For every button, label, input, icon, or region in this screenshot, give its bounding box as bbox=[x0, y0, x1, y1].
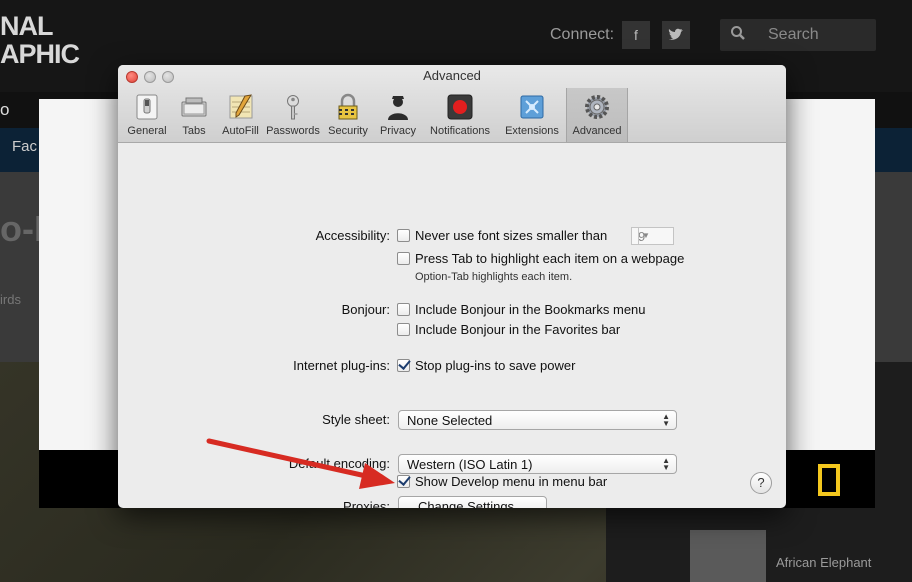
tab-label: Notifications bbox=[430, 125, 490, 137]
tab-label: AutoFill bbox=[222, 125, 259, 137]
checkbox-box[interactable] bbox=[397, 323, 410, 336]
logo-line-2: APHIC bbox=[0, 39, 80, 69]
encoding-value: Western (ISO Latin 1) bbox=[407, 457, 533, 472]
site-logo[interactable]: NAL APHIC bbox=[0, 11, 80, 69]
silhouette-icon bbox=[388, 96, 408, 120]
bonjour-label: Bonjour: bbox=[341, 302, 390, 317]
plugins-label: Internet plug-ins: bbox=[293, 358, 390, 373]
puzzle-icon bbox=[520, 95, 544, 119]
show-develop-menu-checkbox[interactable]: Show Develop menu in menu bar bbox=[397, 474, 607, 490]
checkbox-box[interactable] bbox=[397, 229, 410, 242]
tab-label: Tabs bbox=[182, 125, 206, 137]
proxies-label: Proxies: bbox=[343, 499, 390, 508]
checkbox-label: Press Tab to highlight each item on a we… bbox=[415, 251, 685, 266]
connect-label: Connect: bbox=[550, 26, 615, 43]
checkbox-box-checked[interactable] bbox=[397, 359, 410, 372]
bonjour-bookmarks-checkbox[interactable]: Include Bonjour in the Bookmarks menu bbox=[397, 302, 646, 318]
accessibility-label: Accessibility: bbox=[315, 228, 390, 243]
min-font-size-select[interactable]: 9 ▼ bbox=[631, 227, 674, 245]
key-icon bbox=[287, 95, 299, 120]
nav-item-left[interactable]: o bbox=[0, 100, 9, 120]
logo-line-1: NAL bbox=[0, 11, 54, 41]
tab-label: Privacy bbox=[379, 125, 417, 137]
chevron-down-icon: ▼ bbox=[638, 228, 653, 244]
stylesheet-label: Style sheet: bbox=[322, 412, 390, 427]
tabs-icon bbox=[181, 97, 207, 117]
tab-highlight-checkbox[interactable]: Press Tab to highlight each item on a we… bbox=[397, 251, 684, 267]
site-search-field[interactable]: Search bbox=[720, 19, 876, 51]
tab-notifications[interactable]: Notifications bbox=[422, 88, 498, 142]
window-toolbar: Advanced General Tabs AutoFill Passwords… bbox=[118, 65, 786, 143]
facebook-icon[interactable]: f bbox=[622, 21, 650, 49]
annotation-arrow-icon bbox=[206, 438, 395, 489]
twitter-icon[interactable] bbox=[662, 21, 690, 49]
thumbnail-caption[interactable]: African Elephant bbox=[776, 555, 871, 570]
subnav-item[interactable]: Fac bbox=[12, 138, 37, 155]
tab-extensions[interactable]: Extensions bbox=[498, 88, 566, 142]
checkbox-label: Never use font sizes smaller than bbox=[415, 228, 608, 243]
stop-plugins-checkbox[interactable]: Stop plug-ins to save power bbox=[397, 358, 575, 374]
nat-geo-logo-icon bbox=[818, 464, 840, 496]
search-icon bbox=[730, 25, 746, 46]
tab-tabs[interactable]: Tabs bbox=[171, 88, 217, 142]
gear-icon bbox=[585, 95, 609, 119]
record-icon bbox=[447, 94, 473, 120]
tab-label: Security bbox=[328, 125, 368, 137]
encoding-popup[interactable]: Western (ISO Latin 1) ▲ ▼ bbox=[398, 454, 677, 474]
tab-autofill[interactable]: AutoFill bbox=[217, 88, 264, 142]
bonjour-favorites-checkbox[interactable]: Include Bonjour in the Favorites bar bbox=[397, 322, 620, 338]
updown-arrows-icon: ▲ ▼ bbox=[662, 456, 670, 472]
tab-label: Extensions bbox=[505, 125, 559, 137]
stylesheet-popup[interactable]: None Selected ▲ ▼ bbox=[398, 410, 677, 430]
tab-privacy[interactable]: Privacy bbox=[374, 88, 422, 142]
tab-label: General bbox=[127, 125, 167, 137]
updown-arrows-icon: ▲ ▼ bbox=[662, 412, 670, 428]
change-settings-button[interactable]: Change Settings… bbox=[398, 496, 547, 508]
breadcrumb[interactable]: irds bbox=[0, 292, 21, 307]
general-switch-icon bbox=[136, 94, 158, 120]
checkbox-label: Stop plug-ins to save power bbox=[415, 358, 576, 373]
checkbox-box[interactable] bbox=[397, 303, 410, 316]
checkbox-label: Show Develop menu in menu bar bbox=[415, 474, 608, 489]
padlock-icon bbox=[338, 93, 358, 120]
search-placeholder: Search bbox=[768, 26, 819, 43]
checkbox-box[interactable] bbox=[397, 252, 410, 265]
tab-highlight-note: Option-Tab highlights each item. bbox=[415, 271, 573, 283]
checkbox-label: Include Bonjour in the Favorites bar bbox=[415, 322, 621, 337]
tab-general[interactable]: General bbox=[123, 88, 171, 142]
window-title: Advanced bbox=[423, 68, 481, 83]
stylesheet-value: None Selected bbox=[407, 413, 493, 428]
checkbox-label: Include Bonjour in the Bookmarks menu bbox=[415, 302, 646, 317]
help-button[interactable]: ? bbox=[750, 472, 772, 494]
tab-advanced[interactable]: Advanced bbox=[566, 88, 628, 142]
elephant-thumbnail[interactable] bbox=[690, 530, 766, 582]
autofill-pencil-icon bbox=[229, 94, 252, 119]
min-font-checkbox[interactable]: Never use font sizes smaller than bbox=[397, 228, 607, 244]
preferences-tabs: General Tabs AutoFill Passwords Security… bbox=[123, 88, 628, 142]
tab-label: Advanced bbox=[572, 125, 622, 137]
tab-label: Passwords bbox=[266, 125, 320, 137]
tab-security[interactable]: Security bbox=[322, 88, 374, 142]
tab-passwords[interactable]: Passwords bbox=[264, 88, 322, 142]
